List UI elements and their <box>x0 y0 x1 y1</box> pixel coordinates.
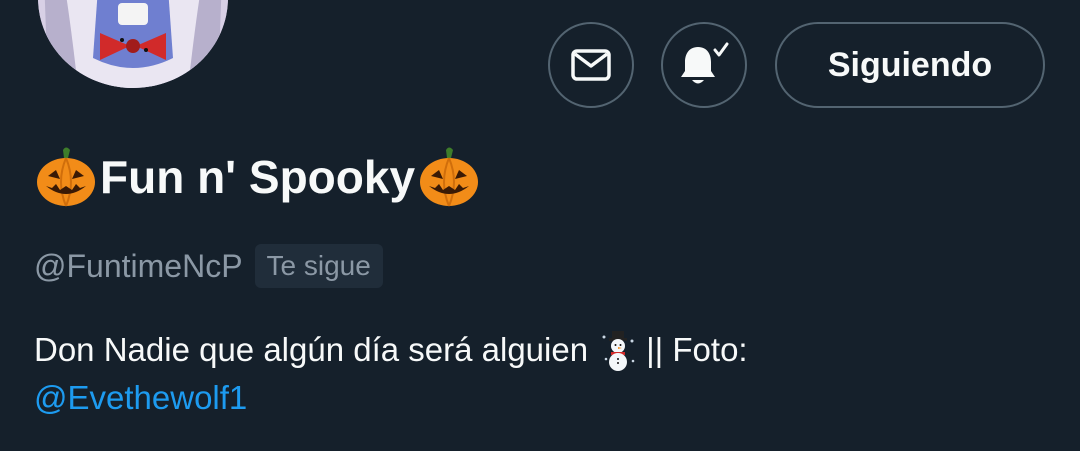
message-button[interactable] <box>548 22 634 108</box>
display-name-row: Fun n' Spooky <box>34 146 481 208</box>
display-name: Fun n' Spooky <box>100 151 416 203</box>
snowman-icon <box>598 329 638 371</box>
follows-you-badge: Te sigue <box>254 244 383 288</box>
following-button-label: Siguiendo <box>827 45 993 84</box>
handle-row: @FuntimeNcP Te sigue <box>34 244 383 288</box>
profile-bio: Don Nadie que algún día será alguien || … <box>34 326 748 422</box>
bio-text: Don Nadie que algún día será alguien <box>34 331 589 368</box>
bio-line-1: Don Nadie que algún día será alguien || … <box>34 326 748 374</box>
notifications-button[interactable] <box>661 22 747 108</box>
bio-mention-link[interactable]: @Evethewolf1 <box>34 374 247 422</box>
jack-o-lantern-icon <box>417 146 481 208</box>
profile-avatar[interactable] <box>38 0 228 88</box>
bio-line-2: @Evethewolf1 <box>34 374 748 422</box>
user-handle: @FuntimeNcP <box>34 247 243 284</box>
avatar-image <box>38 0 228 88</box>
following-button[interactable]: Siguiendo <box>775 22 1045 108</box>
bio-text-suffix: || Foto: <box>646 331 748 368</box>
envelope-icon <box>571 49 611 81</box>
jack-o-lantern-icon <box>34 146 98 208</box>
bell-check-icon <box>681 42 729 84</box>
